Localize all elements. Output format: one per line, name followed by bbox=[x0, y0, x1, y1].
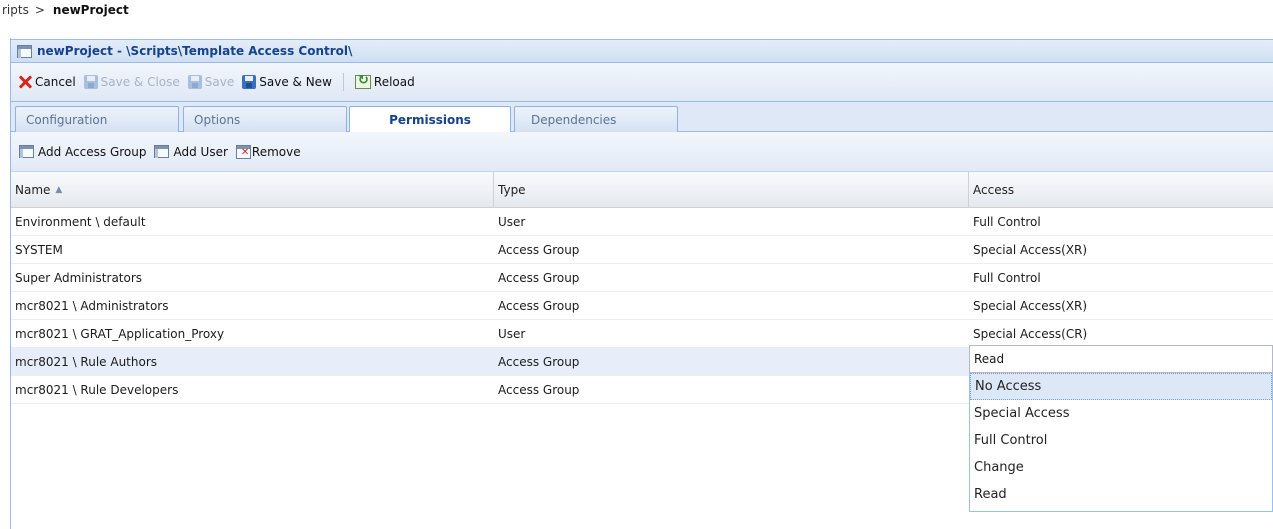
save-icon bbox=[83, 75, 98, 89]
remove-button[interactable]: Remove bbox=[233, 141, 304, 163]
save-button[interactable]: Save bbox=[185, 71, 237, 93]
reload-button[interactable]: Reload bbox=[352, 71, 418, 93]
window-icon bbox=[17, 44, 32, 58]
cell-access[interactable]: Special Access(CR) bbox=[969, 320, 1087, 347]
save-new-label: Save & New bbox=[259, 75, 332, 89]
cell-name: mcr8021 \ GRAT_Application_Proxy bbox=[15, 326, 225, 341]
access-option-change[interactable]: Change bbox=[970, 454, 1272, 481]
access-dropdown-list: No Access Special Access Full Control Ch… bbox=[969, 373, 1273, 512]
add-access-group-button[interactable]: Add Access Group bbox=[16, 141, 149, 163]
cell-type: Access Group bbox=[498, 298, 580, 313]
cell-name: Super Administrators bbox=[15, 270, 143, 285]
save-label: Save bbox=[204, 75, 235, 89]
cell-name: Environment \ default bbox=[15, 214, 146, 229]
tab-label: Options bbox=[194, 112, 241, 127]
user-icon bbox=[154, 145, 170, 158]
tab-configuration[interactable]: Configuration bbox=[15, 106, 179, 132]
window-title: newProject - \Scripts\Template Access Co… bbox=[37, 44, 353, 58]
column-header-access[interactable]: Access bbox=[969, 172, 1273, 208]
save-close-label: Save & Close bbox=[100, 75, 180, 89]
access-option-no-access[interactable]: No Access bbox=[970, 373, 1272, 400]
cell-type: User bbox=[498, 326, 526, 341]
column-header-name[interactable]: Name ▲ bbox=[11, 172, 494, 208]
breadcrumb: ripts > newProject bbox=[0, 0, 1273, 20]
cell-access[interactable]: Full Control bbox=[969, 264, 1041, 291]
save-close-button[interactable]: Save & Close bbox=[81, 71, 183, 93]
toolbar-separator bbox=[342, 73, 344, 91]
breadcrumb-current: newProject bbox=[52, 3, 129, 17]
cell-name: mcr8021 \ Rule Authors bbox=[15, 354, 158, 369]
add-access-group-label: Add Access Group bbox=[38, 144, 147, 159]
column-header-type[interactable]: Type bbox=[494, 172, 969, 208]
add-user-label: Add User bbox=[173, 144, 228, 159]
sort-ascending-icon: ▲ bbox=[55, 185, 63, 195]
cell-type: Access Group bbox=[498, 270, 580, 285]
access-group-icon bbox=[19, 145, 34, 158]
window-title-bar: newProject - \Scripts\Template Access Co… bbox=[11, 39, 1273, 63]
tab-label: Permissions bbox=[389, 113, 471, 127]
save-icon bbox=[187, 75, 202, 89]
breadcrumb-parent[interactable]: ripts bbox=[2, 3, 29, 17]
access-option-special-access[interactable]: Special Access bbox=[970, 400, 1272, 427]
add-user-button[interactable]: Add User bbox=[151, 141, 230, 163]
cell-name: mcr8021 \ Administrators bbox=[15, 298, 169, 313]
cell-access[interactable]: Special Access(XR) bbox=[969, 236, 1087, 263]
reload-label: Reload bbox=[373, 75, 415, 89]
reload-icon bbox=[354, 73, 371, 89]
access-option-read[interactable]: Read bbox=[970, 481, 1272, 508]
cell-name: mcr8021 \ Rule Developers bbox=[15, 382, 179, 397]
table-row[interactable]: Super Administrators Access Group Full C… bbox=[11, 264, 1273, 292]
cancel-label: Cancel bbox=[35, 75, 76, 89]
remove-label: Remove bbox=[251, 144, 301, 159]
grid-header: Name ▲ Type Access bbox=[11, 172, 1273, 208]
cell-type: User bbox=[498, 214, 526, 229]
access-option-full-control[interactable]: Full Control bbox=[970, 427, 1272, 454]
table-row[interactable]: Environment \ default User Full Control bbox=[11, 208, 1273, 236]
column-access-label: Access bbox=[973, 183, 1015, 197]
permissions-screen: ripts > newProject newProject - \Scripts… bbox=[0, 0, 1273, 529]
save-new-button[interactable]: Save & New bbox=[239, 71, 335, 93]
cell-access[interactable]: Full Control bbox=[969, 208, 1041, 235]
cell-access[interactable]: Special Access(XR) bbox=[969, 292, 1087, 319]
tab-strip: Configuration Options Permissions Depend… bbox=[11, 102, 1273, 133]
cancel-button[interactable]: Cancel bbox=[15, 71, 79, 93]
tab-permissions[interactable]: Permissions bbox=[349, 106, 511, 133]
tab-label: Configuration bbox=[26, 112, 108, 127]
table-row[interactable]: mcr8021 \ GRAT_Application_Proxy User Sp… bbox=[11, 320, 1273, 348]
save-icon bbox=[242, 75, 257, 89]
table-row[interactable]: SYSTEM Access Group Special Access(XR) bbox=[11, 236, 1273, 264]
tab-dependencies[interactable]: Dependencies bbox=[514, 106, 678, 132]
remove-icon bbox=[235, 144, 251, 159]
main-toolbar: Cancel Save & Close Save Save & New Relo… bbox=[11, 63, 1273, 102]
grid-toolbar: Add Access Group Add User Remove bbox=[11, 132, 1273, 172]
cell-type: Access Group bbox=[498, 242, 580, 257]
cell-type: Access Group bbox=[498, 382, 580, 397]
tab-options[interactable]: Options bbox=[183, 106, 347, 132]
breadcrumb-separator: > bbox=[34, 3, 45, 17]
access-combo-value: Read bbox=[974, 352, 1005, 366]
permissions-grid: Name ▲ Type Access Environment \ default… bbox=[11, 172, 1273, 529]
column-type-label: Type bbox=[498, 183, 526, 197]
access-combo-input[interactable]: Read bbox=[969, 345, 1273, 373]
table-row[interactable]: mcr8021 \ Administrators Access Group Sp… bbox=[11, 292, 1273, 320]
tab-label: Dependencies bbox=[531, 112, 617, 127]
cancel-icon bbox=[18, 75, 32, 89]
cell-type: Access Group bbox=[498, 354, 580, 369]
column-name-label: Name bbox=[15, 183, 51, 197]
cell-name: SYSTEM bbox=[15, 242, 63, 257]
